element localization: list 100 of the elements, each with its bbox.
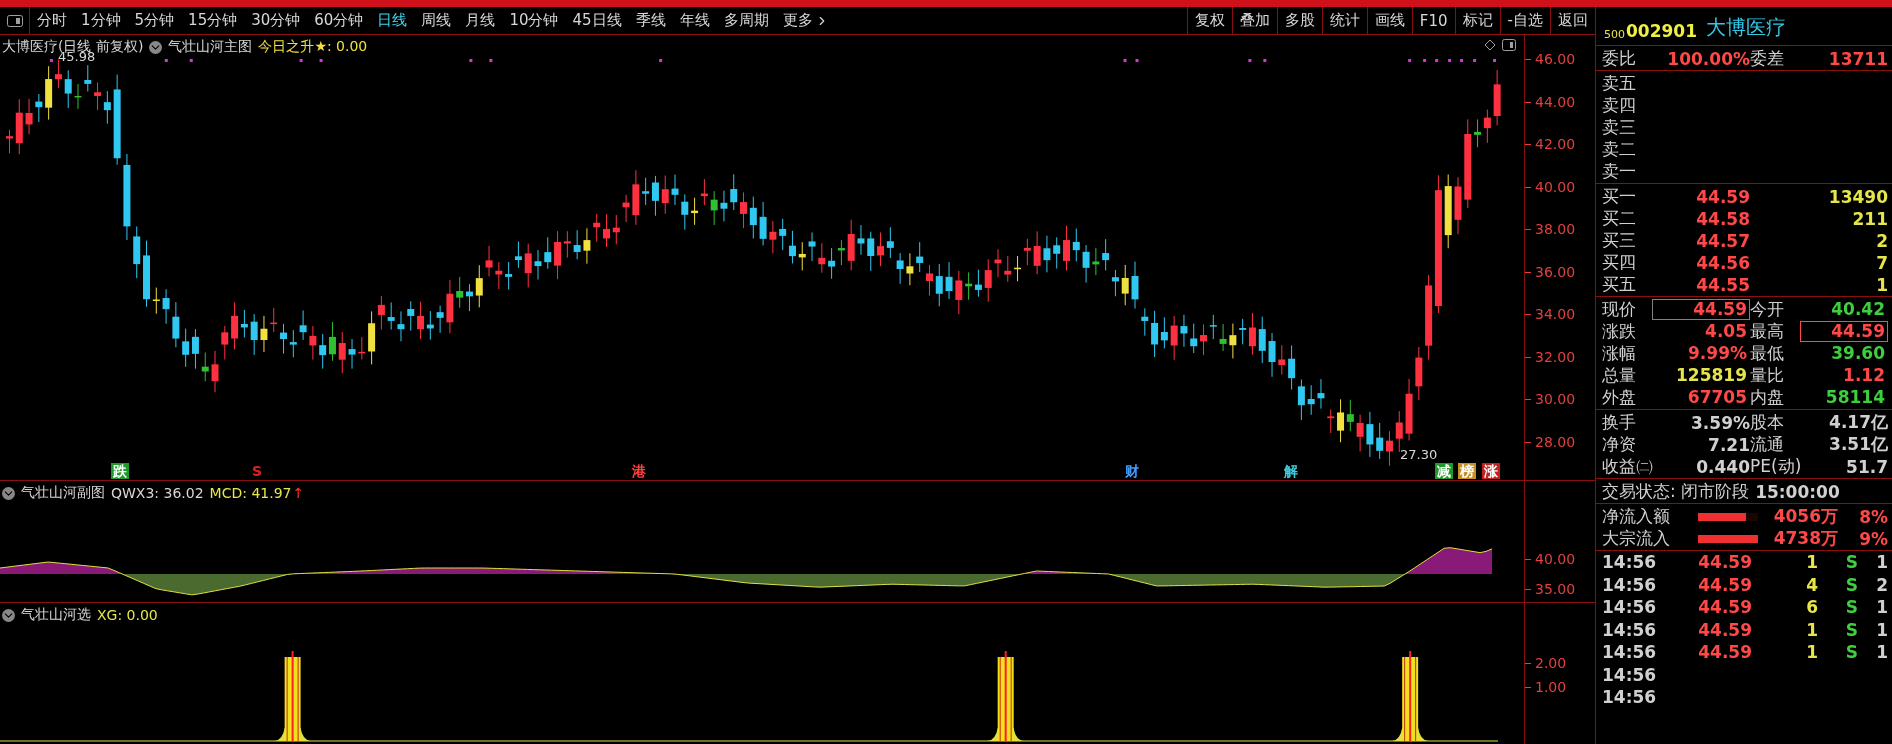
bid-volume: 1 [1875,274,1888,295]
signal-marker: S [250,463,264,479]
field-label: 量比 [1750,364,1785,387]
flow-amount: 4738万 [1772,527,1838,550]
period-tab[interactable]: 月线 [458,7,503,34]
axis-label: 46.00 [1535,51,1576,67]
field-label: 总量 [1602,364,1637,387]
period-tab[interactable]: 45日线 [565,7,629,34]
bid-level-label: 买五 [1602,273,1637,296]
signal-marker: 涨 [1482,463,1500,479]
trade-time: 14:56 [1602,642,1658,663]
bid-level-label: 买四 [1602,251,1637,274]
bid-price: 44.55 [1695,274,1750,295]
field-value: 0.440 [1695,456,1750,477]
field-label: 外盘 [1602,386,1637,409]
period-tab[interactable]: 60分钟 [307,7,371,34]
indicator-readout: MCD: 41.97 [209,485,292,501]
trade-status: 交易状态: 闭市阶段 [1602,480,1750,503]
indicator-readout: 今日之升★: 0.00 [258,38,368,56]
field-label: 今开 [1750,298,1785,321]
period-tab[interactable]: 10分钟 [502,7,566,34]
trade-volume: 4 [1805,574,1818,595]
flow-percent: 8% [1858,506,1888,527]
field-label: 最低 [1750,342,1785,365]
flow-label: 大宗流入 [1602,527,1671,550]
flow-amount: 4056万 [1772,505,1838,528]
indicator-name: 气壮山河副图 [21,484,105,502]
trade-time: 14:56 [1602,597,1658,618]
axis-label: 2.00 [1535,655,1567,671]
indicator-name: 气壮山河选 [21,606,91,624]
ask-level-label: 卖三 [1602,116,1637,139]
field-label: 涨跌 [1602,320,1637,343]
trade-side: S [1844,642,1858,663]
field-value: 39.60 [1830,343,1886,364]
axis-label: 44.00 [1535,93,1576,110]
bid-level-label: 买三 [1602,229,1637,252]
period-tab[interactable]: 5分钟 [127,7,182,34]
period-tab[interactable]: 季线 [628,7,673,34]
indicator-name: 气壮山河主图 [168,38,253,56]
chevron-down-icon[interactable] [2,608,15,622]
chevron-down-icon[interactable] [2,486,15,500]
bid-price: 44.57 [1695,230,1750,251]
axis-label: 42.00 [1535,136,1576,153]
bid-price: 44.59 [1695,186,1750,207]
field-value: 44.59 [1800,321,1888,342]
period-tab[interactable]: 多周期 [716,7,776,34]
bid-volume: 211 [1851,208,1888,229]
bid-volume: 13490 [1827,186,1888,207]
field-label: 委差 [1750,47,1785,70]
bid-volume: 2 [1875,230,1888,251]
field-label: 内盘 [1750,386,1785,409]
field-label: 现价 [1602,298,1637,321]
trade-price: 44.59 [1697,619,1752,640]
low-price-label: 27.30 [1400,447,1438,462]
field-label: 最高 [1750,320,1785,343]
field-label: 换手 [1602,411,1637,434]
trade-side: S [1844,574,1858,595]
field-value: 3.51亿 [1828,433,1888,456]
trade-side: S [1844,597,1858,618]
status-time: 15:00:00 [1755,481,1840,502]
period-tab[interactable]: 年线 [672,7,717,34]
trade-time: 14:56 [1602,687,1658,708]
chevron-down-icon[interactable] [149,40,163,54]
trade-price: 44.59 [1697,597,1752,618]
period-tab[interactable]: 分时 [30,7,74,34]
period-tab[interactable]: 更多 [775,7,836,34]
signal-marker: 解 [1283,463,1299,479]
trade-volume: 6 [1805,597,1818,618]
stock-name: 大博医疗 [1706,14,1786,41]
trade-time: 14:56 [1602,619,1658,640]
field-value: 4.05 [1704,321,1748,342]
bid-volume: 7 [1875,252,1888,273]
market-code-label: 500 [1604,28,1625,41]
ask-level-label: 卖四 [1602,94,1637,117]
flow-label: 净流入额 [1602,505,1671,528]
field-value: 67705 [1686,387,1748,408]
period-tab[interactable]: 日线 [370,7,415,34]
field-label: 收益㈡ [1602,455,1654,478]
trend-arrow: ↑ [292,485,305,501]
trade-time: 14:56 [1602,664,1658,685]
bid-price: 44.58 [1695,208,1750,229]
bid-price: 44.56 [1695,252,1750,273]
axis-label: 34.00 [1535,306,1576,323]
field-value: 7.21 [1707,434,1750,455]
ask-level-label: 卖二 [1602,138,1637,161]
axis-label: 36.00 [1535,263,1576,280]
field-label: 流通 [1750,433,1785,456]
field-value: 51.7 [1845,456,1888,477]
panel-toggle-icon[interactable] [1502,39,1516,51]
period-tab[interactable]: 30分钟 [244,7,308,34]
trade-side: S [1844,619,1858,640]
period-tab[interactable]: 周线 [414,7,459,34]
field-value: 1.12 [1842,365,1886,386]
diamond-icon[interactable] [1484,39,1496,51]
period-tab[interactable]: 15分钟 [181,7,245,34]
stock-code: 002901 [1626,21,1697,41]
field-label: 涨幅 [1602,342,1637,365]
period-tab[interactable]: 1分钟 [74,7,128,34]
trade-time: 14:56 [1602,574,1658,595]
field-label: 净资 [1602,433,1637,456]
